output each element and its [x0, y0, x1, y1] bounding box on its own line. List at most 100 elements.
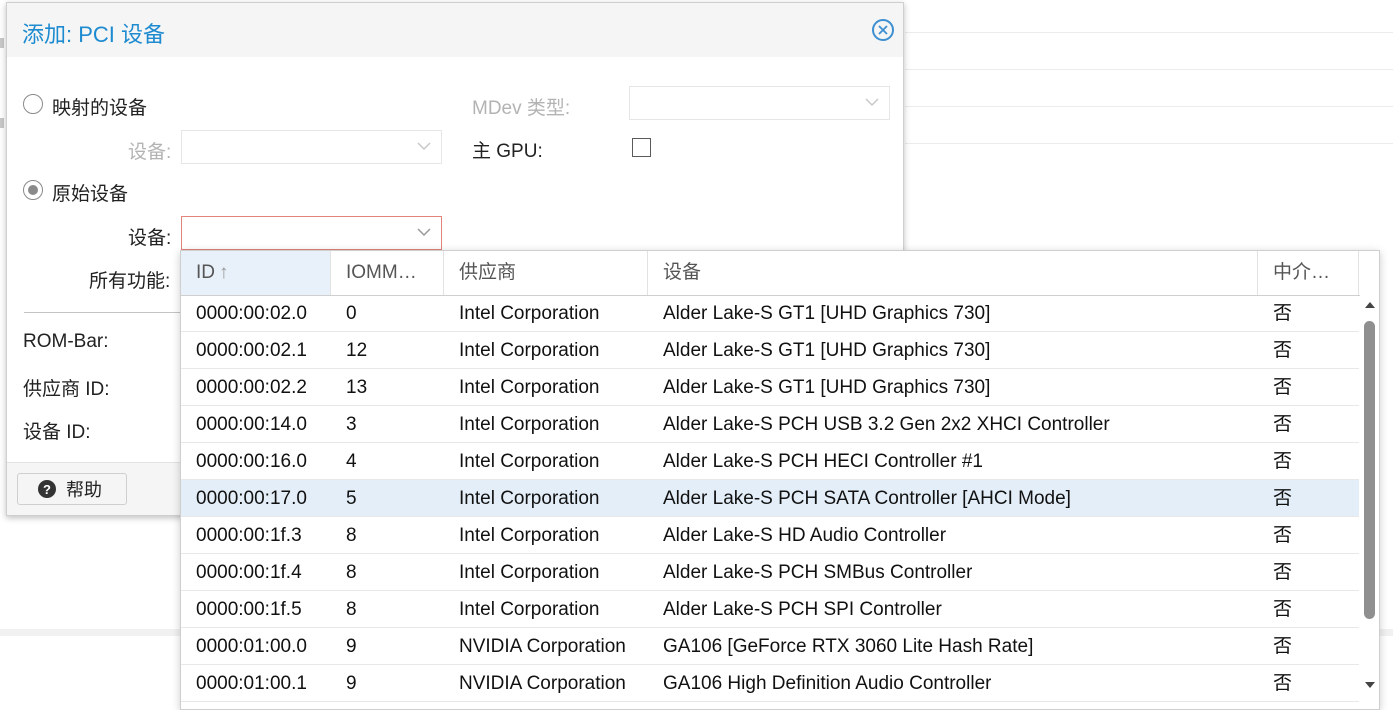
- column-header-label: 供应商: [459, 262, 517, 283]
- raw-device-select[interactable]: [181, 216, 442, 250]
- cell-device: Alder Lake-S PCH HECI Controller #1: [663, 451, 983, 472]
- help-label: 帮助: [66, 480, 102, 500]
- column-header-label: 设备: [663, 262, 702, 283]
- table-row[interactable]: 0000:00:1f.3 8 Intel Corporation Alder L…: [181, 517, 1359, 554]
- cell-vendor: Intel Corporation: [459, 562, 600, 583]
- column-header-label: 中介…: [1273, 262, 1331, 283]
- column-header-iommu[interactable]: IOMM…: [331, 251, 444, 295]
- all-functions-label: 所有功能:: [89, 271, 171, 292]
- table-row[interactable]: 0000:00:02.1 12 Intel Corporation Alder …: [181, 332, 1359, 369]
- grid-scrollbar[interactable]: [1360, 295, 1379, 709]
- cell-vendor: Intel Corporation: [459, 414, 600, 435]
- cell-id: 0000:00:16.0: [196, 451, 307, 472]
- column-header-label: IOMM…: [346, 262, 417, 283]
- question-circle-icon: ?: [38, 480, 56, 498]
- cell-vendor: Intel Corporation: [459, 488, 600, 509]
- table-row[interactable]: 0000:01:00.1 9 NVIDIA Corporation GA106 …: [181, 665, 1359, 702]
- cell-iommu: 5: [346, 488, 357, 509]
- close-button[interactable]: [872, 19, 894, 41]
- cell-id: 0000:00:1f.4: [196, 562, 302, 583]
- cell-id: 0000:00:1f.5: [196, 599, 302, 620]
- rombar-label: ROM-Bar:: [23, 331, 109, 352]
- column-header-device[interactable]: 设备: [648, 251, 1258, 295]
- raw-device-label: 原始设备: [52, 184, 129, 205]
- cell-device: GA106 [GeForce RTX 3060 Lite Hash Rate]: [663, 636, 1034, 657]
- cell-iommu: 8: [346, 562, 357, 583]
- background-edge: [0, 118, 4, 128]
- cell-id: 0000:00:02.1: [196, 340, 307, 361]
- cell-iommu: 9: [346, 636, 357, 657]
- raw-device-radio[interactable]: [23, 180, 43, 200]
- cell-device: Alder Lake-S PCH USB 3.2 Gen 2x2 XHCI Co…: [663, 414, 1110, 435]
- table-row[interactable]: 0000:00:02.2 13 Intel Corporation Alder …: [181, 369, 1359, 406]
- primary-gpu-checkbox[interactable]: [632, 138, 651, 157]
- cell-device: Alder Lake-S HD Audio Controller: [663, 525, 947, 546]
- column-header-mdev[interactable]: 中介…: [1258, 251, 1359, 295]
- device-picker-dropdown: ID ↑ IOMM… 供应商 设备 中介… 0000:00:02.0 0 Inte…: [180, 250, 1380, 710]
- cell-vendor: NVIDIA Corporation: [459, 636, 626, 657]
- cell-id: 0000:00:14.0: [196, 414, 307, 435]
- mapped-device-field-label: 设备:: [128, 142, 172, 163]
- cell-mdev: 否: [1273, 451, 1293, 472]
- dialog-title: 添加: PCI 设备: [22, 22, 166, 47]
- cell-device: Alder Lake-S GT1 [UHD Graphics 730]: [663, 377, 991, 398]
- cell-vendor: Intel Corporation: [459, 599, 600, 620]
- cell-vendor: Intel Corporation: [459, 377, 600, 398]
- arrow-up-icon: ↑: [219, 262, 229, 283]
- cell-vendor: Intel Corporation: [459, 451, 600, 472]
- cell-iommu: 8: [346, 599, 357, 620]
- cell-device: Alder Lake-S PCH SATA Controller [AHCI M…: [663, 488, 1071, 509]
- cell-device: Alder Lake-S GT1 [UHD Graphics 730]: [663, 340, 991, 361]
- scroll-down-arrow-icon[interactable]: [1365, 681, 1375, 689]
- cell-id: 0000:00:02.0: [196, 303, 307, 324]
- table-row[interactable]: 0000:00:1f.5 8 Intel Corporation Alder L…: [181, 591, 1359, 628]
- cell-vendor: Intel Corporation: [459, 525, 600, 546]
- table-row[interactable]: 0000:00:1f.4 8 Intel Corporation Alder L…: [181, 554, 1359, 591]
- mapped-device-radio[interactable]: [23, 94, 43, 114]
- grid-header: ID ↑ IOMM… 供应商 设备 中介…: [181, 251, 1379, 296]
- cell-mdev: 否: [1273, 488, 1293, 509]
- background-edge: [0, 38, 4, 48]
- table-row-selected[interactable]: 0000:00:17.0 5 Intel Corporation Alder L…: [181, 480, 1359, 517]
- table-row[interactable]: 0000:00:16.0 4 Intel Corporation Alder L…: [181, 443, 1359, 480]
- mapped-device-label: 映射的设备: [52, 98, 148, 119]
- column-header-id[interactable]: ID ↑: [181, 251, 331, 295]
- mdev-type-label: MDev 类型:: [472, 98, 571, 119]
- scrollbar-thumb[interactable]: [1364, 321, 1375, 619]
- cell-iommu: 12: [346, 340, 368, 361]
- cell-mdev: 否: [1273, 340, 1293, 361]
- dialog-header: 添加: PCI 设备: [7, 3, 903, 57]
- help-button[interactable]: ? 帮助: [17, 473, 127, 505]
- section-divider: [24, 312, 184, 313]
- cell-mdev: 否: [1273, 377, 1293, 398]
- cell-iommu: 4: [346, 451, 357, 472]
- cell-vendor: Intel Corporation: [459, 303, 600, 324]
- cell-id: 0000:00:17.0: [196, 488, 307, 509]
- column-header-vendor[interactable]: 供应商: [444, 251, 648, 295]
- cell-iommu: 13: [346, 377, 368, 398]
- cell-vendor: NVIDIA Corporation: [459, 673, 626, 694]
- cell-mdev: 否: [1273, 303, 1293, 324]
- cell-iommu: 0: [346, 303, 357, 324]
- device-id-label: 设备 ID:: [23, 422, 91, 443]
- cell-device: Alder Lake-S PCH SPI Controller: [663, 599, 942, 620]
- cell-mdev: 否: [1273, 636, 1293, 657]
- mapped-device-select[interactable]: [181, 130, 442, 164]
- cell-iommu: 3: [346, 414, 357, 435]
- cell-mdev: 否: [1273, 414, 1293, 435]
- cell-device: GA106 High Definition Audio Controller: [663, 673, 992, 694]
- cell-id: 0000:00:02.2: [196, 377, 307, 398]
- cell-id: 0000:01:00.1: [196, 673, 307, 694]
- chevron-down-icon: [417, 228, 431, 237]
- table-row[interactable]: 0000:00:14.0 3 Intel Corporation Alder L…: [181, 406, 1359, 443]
- column-header-label: ID: [196, 262, 215, 283]
- cell-device: Alder Lake-S GT1 [UHD Graphics 730]: [663, 303, 991, 324]
- cell-vendor: Intel Corporation: [459, 340, 600, 361]
- table-row[interactable]: 0000:01:00.0 9 NVIDIA Corporation GA106 …: [181, 628, 1359, 665]
- table-row[interactable]: 0000:00:02.0 0 Intel Corporation Alder L…: [181, 295, 1359, 332]
- scroll-up-arrow-icon[interactable]: [1365, 301, 1375, 309]
- cell-id: 0000:00:1f.3: [196, 525, 302, 546]
- mdev-type-select[interactable]: [629, 86, 890, 120]
- cell-mdev: 否: [1273, 599, 1293, 620]
- cell-iommu: 9: [346, 673, 357, 694]
